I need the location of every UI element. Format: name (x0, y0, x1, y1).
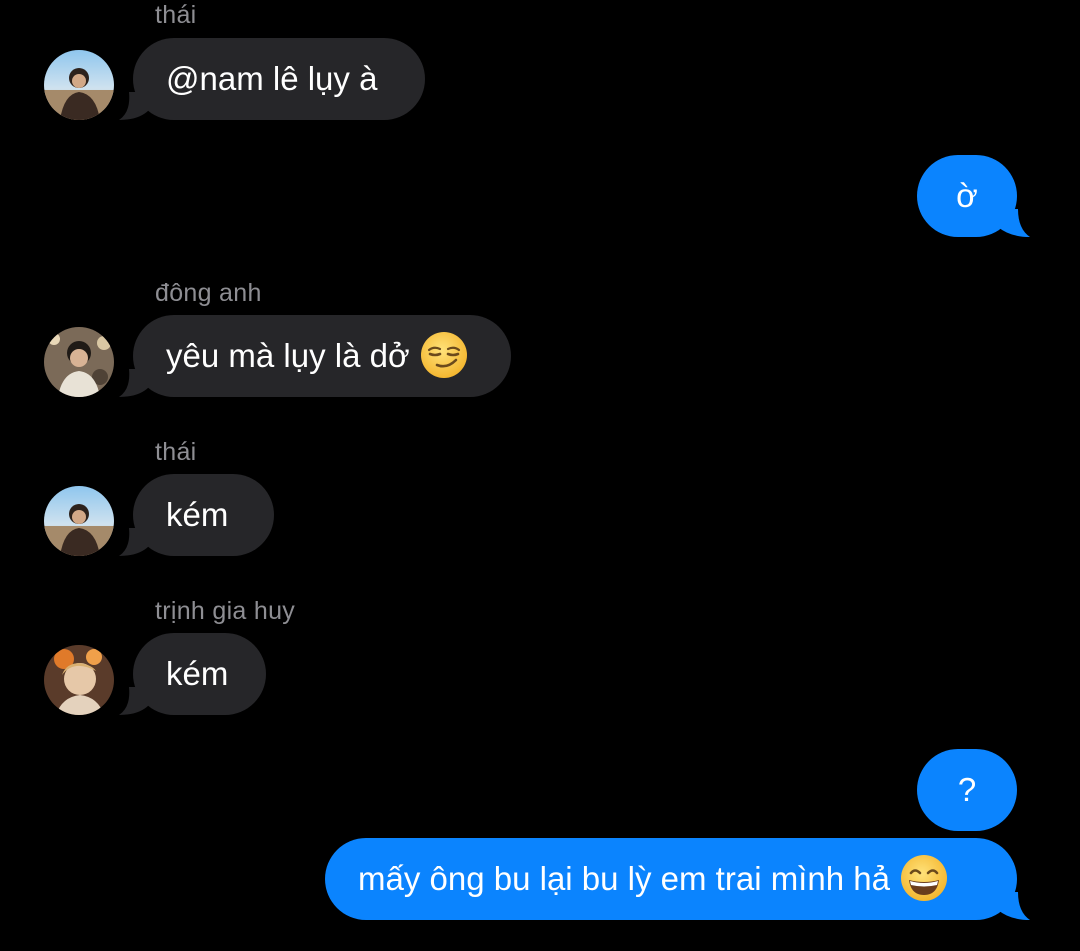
avatar-trinh-gia-huy[interactable] (44, 645, 114, 715)
message-text: kém (166, 655, 229, 692)
message-bubble[interactable]: yêu mà lụy là dở (133, 315, 511, 397)
message-text: ờ (956, 177, 978, 214)
message-text: @nam lê lụy à (166, 60, 378, 97)
smirking-face-emoji (420, 331, 468, 379)
message-bubble[interactable]: ? (917, 749, 1017, 831)
message-text: yêu mà lụy là dở (166, 337, 410, 374)
message-text: mấy ông bu lại bu lỳ em trai mình hả (358, 860, 890, 897)
message-bubble[interactable]: mấy ông bu lại bu lỳ em trai mình hả (325, 838, 1017, 920)
grinning-face-emoji (900, 854, 948, 902)
sender-name: thái (155, 438, 197, 466)
bubble-tail (119, 687, 149, 715)
bubble-tail (119, 92, 149, 120)
avatar-dong-anh[interactable] (44, 327, 114, 397)
message-text: ? (957, 771, 977, 808)
bubble-tail (998, 209, 1030, 237)
bubble-tail (119, 528, 149, 556)
sender-name: trịnh gia huy (155, 597, 296, 625)
avatar-thai[interactable] (44, 486, 114, 556)
sender-name: thái (155, 1, 197, 29)
message-bubble[interactable]: kém (133, 474, 274, 556)
bubble-tail (119, 369, 149, 397)
avatar-thai[interactable] (44, 50, 114, 120)
message-text: kém (166, 496, 229, 533)
bubble-tail (998, 892, 1030, 920)
sender-name: đông anh (155, 279, 262, 307)
message-bubble[interactable]: kém (133, 633, 266, 715)
message-bubble[interactable]: @nam lê lụy à (133, 38, 425, 120)
